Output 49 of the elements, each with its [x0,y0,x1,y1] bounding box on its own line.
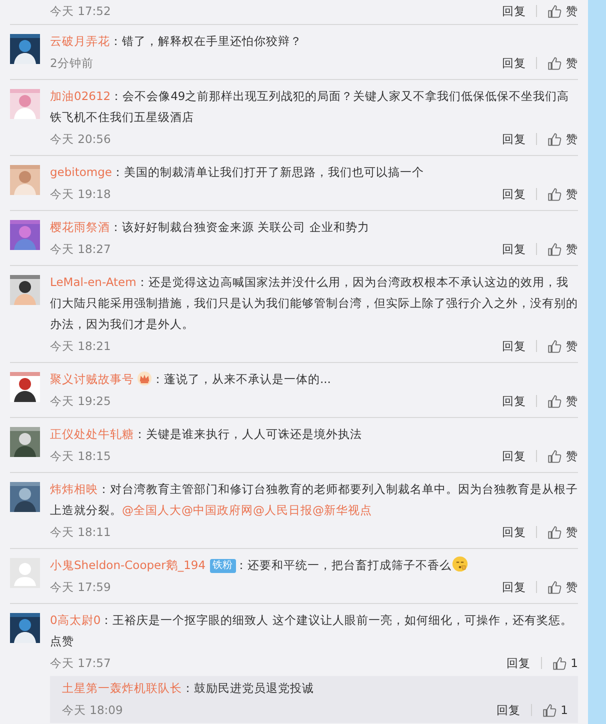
comment-time: 今天 18:09 [62,702,123,718]
reply-link[interactable]: 回复 [502,132,526,146]
like-button[interactable]: 1 [552,656,578,670]
reply-link[interactable]: 回复 [502,56,526,70]
like-button[interactable]: 赞 [547,132,578,146]
comment-time: 今天 20:56 [50,132,111,146]
like-button[interactable]: 赞 [547,448,578,464]
comment-text: 小鬼Sheldon-Cooper鹅_194 铁粉 ：还要和平统一，把台畜打成筛子不香么 [50,555,578,576]
comment-text: 正仪处处牛轧糖：关键是谁来执行，人人可诛还是境外执法 [50,426,363,443]
like-button[interactable]: 赞 [547,580,578,594]
reply-link[interactable]: 回复 [502,394,526,408]
reply-link[interactable]: 回复 [506,656,531,670]
comment-text: 炜炜相映：对台湾教育主管部门和修订台独教育的老师都要列入制裁名单中。因为台独教育是从根子上造就分裂。@全国人大@中国政府网@人民日报@新华视点 [50,481,578,519]
comment-time: 今天 17:57 [50,656,111,670]
reply-link[interactable]: 回复 [502,338,526,354]
reply-link[interactable]: 回复 [502,4,526,18]
comment-text: 云破月弄花：错了，解释权在手里还怕你狡辩？ [50,33,303,50]
comment-time: 今天 18:15 [50,448,111,464]
comment-time: 今天 19:18 [50,186,111,202]
like-button[interactable]: 赞 [547,56,578,70]
comment-time: 今天 18:11 [50,524,111,540]
reply-link[interactable]: 回复 [502,448,526,464]
like-button[interactable]: 赞 [547,186,578,202]
like-button[interactable]: 赞 [547,242,578,256]
crown-icon [137,371,152,386]
comment-text: LeMal-en-Atem：还是觉得这边高喊国家法并没什么用，因为台湾政权根本不承认这边的效用，我们大陆只能采用强制措施，我们只是认为我们能够管制台湾，但实际上除了强行介入之外，没有别的办法，因为我们才是外人。 [50,274,578,333]
comment-time: 今天 17:59 [50,580,111,594]
comment-text: 0高太尉0：王裕庆是一个抠字眼的细致人 这个建议让人眼前一亮，如何细化，可操作，还有奖惩。点赞 [50,612,574,650]
like-button[interactable]: 赞 [547,338,578,354]
comment-text: 樱花雨祭酒：该好好制裁台独资金来源 关联公司 企业和势力 [50,219,370,236]
fan-badge: 铁粉 [210,559,236,573]
like-button[interactable]: 赞 [547,394,578,408]
like-button[interactable]: 赞 [547,4,578,18]
reply-link[interactable]: 回复 [502,186,526,202]
comment-text: 聚义讨贼故事号 ：蓬说了，从来不承认是一体的... [50,370,332,388]
comment-text: 土星第一轰炸机联队长：鼓励民进党员退党投诚 [62,680,315,697]
comment-time: 今天 18:27 [50,242,111,256]
comment-time: 今天 17:52 [50,4,111,18]
comment-time: 2分钟前 [50,56,94,70]
reply-link[interactable]: 回复 [502,580,526,594]
reply-link[interactable]: 回复 [502,524,526,540]
comment-time: 今天 19:25 [50,394,111,408]
comment-text: gebitomge：美国的制裁清单让我们打开了新思路，我们也可以搞一个 [50,164,425,181]
comment-time: 今天 18:21 [50,338,111,354]
like-button[interactable]: 1 [542,702,568,718]
like-button[interactable]: 赞 [547,524,578,540]
reply-link[interactable]: 回复 [496,702,521,718]
reply-link[interactable]: 回复 [502,242,526,256]
comment-text: 加油02612：会不会像49之前那样出现互列战犯的局面？关键人家又不拿我们低保低保不坐我们高铁飞机不住我们五星级酒店 [50,88,570,126]
